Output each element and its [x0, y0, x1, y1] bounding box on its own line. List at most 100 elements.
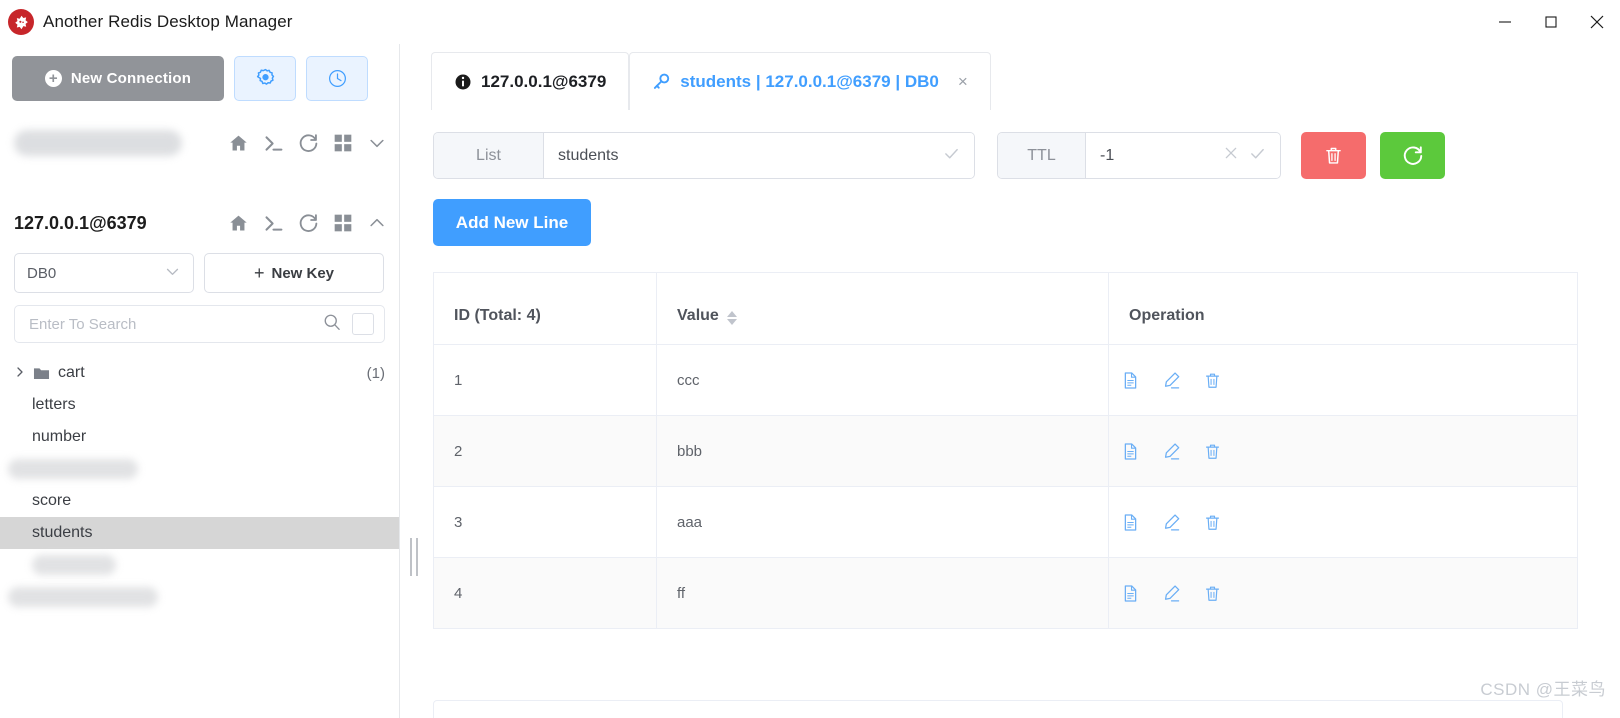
close-icon[interactable] — [1223, 145, 1239, 166]
key-tree-label: score — [32, 492, 72, 509]
key-tree-item-redacted-3[interactable] — [0, 581, 399, 613]
new-connection-button[interactable]: + New Connection — [12, 56, 224, 101]
check-icon[interactable] — [943, 145, 960, 167]
search-box[interactable] — [14, 305, 385, 343]
check-icon[interactable] — [1249, 145, 1266, 167]
close-icon[interactable] — [1574, 0, 1620, 44]
history-button[interactable] — [306, 56, 368, 101]
folder-icon — [32, 364, 51, 383]
search-input[interactable] — [29, 315, 312, 333]
connection-icons-2 — [228, 213, 387, 234]
detail-icon[interactable] — [1121, 371, 1140, 390]
table-row[interactable]: 1 ccc — [434, 345, 1577, 416]
key-name-value: students — [558, 146, 619, 164]
watermark: CSDN @王菜鸟 — [1480, 680, 1606, 699]
key-tree-item-redacted-1[interactable] — [0, 453, 399, 485]
cell-value: ff — [656, 558, 1108, 628]
key-tree-item-number[interactable]: number — [0, 421, 399, 453]
delete-icon[interactable] — [1203, 442, 1222, 461]
grid-icon[interactable] — [333, 133, 353, 153]
title-bar: Another Redis Desktop Manager — [0, 0, 1620, 44]
connection-row-2[interactable]: 127.0.0.1@6379 — [0, 203, 399, 243]
tab-connection-info[interactable]: 127.0.0.1@6379 — [431, 52, 630, 110]
key-type-label: List — [434, 133, 544, 178]
detail-icon[interactable] — [1121, 513, 1140, 532]
key-tree-label-blurred — [8, 459, 138, 479]
trash-icon — [1323, 145, 1344, 166]
cell-operations — [1108, 345, 1577, 415]
sidebar-toolbar: + New Connection — [0, 44, 399, 101]
key-tree-item-students[interactable]: students — [0, 517, 399, 549]
table-row[interactable]: 2 bbb — [434, 416, 1577, 487]
app-logo-icon — [8, 9, 34, 35]
edit-icon[interactable] — [1162, 584, 1181, 603]
key-tree-item-letters[interactable]: letters — [0, 389, 399, 421]
key-name-field[interactable]: students — [544, 133, 974, 178]
minimize-icon[interactable] — [1482, 0, 1528, 44]
app-title: Another Redis Desktop Manager — [43, 12, 293, 31]
cell-value: aaa — [656, 487, 1108, 557]
row-operation-icons — [1121, 371, 1222, 390]
delete-icon[interactable] — [1203, 513, 1222, 532]
cell-id: 1 — [454, 371, 463, 389]
delete-key-button[interactable] — [1301, 132, 1366, 179]
key-tree-item-score[interactable]: score — [0, 485, 399, 517]
plus-icon: + — [44, 70, 62, 87]
home-icon[interactable] — [228, 213, 249, 234]
refresh-icon — [1402, 145, 1424, 167]
chevron-down-icon[interactable] — [367, 133, 387, 153]
terminal-icon[interactable] — [263, 213, 284, 234]
tab-key-students[interactable]: students | 127.0.0.1@6379 | DB0 × — [629, 52, 991, 110]
delete-icon[interactable] — [1203, 371, 1222, 390]
grid-icon[interactable] — [333, 213, 353, 233]
delete-icon[interactable] — [1203, 584, 1222, 603]
new-key-button[interactable]: + New Key — [204, 253, 384, 293]
key-icon — [652, 72, 671, 91]
tab-close-icon[interactable]: × — [958, 72, 968, 92]
column-header-id: ID (Total: 4) — [454, 307, 541, 324]
edit-icon[interactable] — [1162, 442, 1181, 461]
sidebar-splitter-handle[interactable] — [408, 538, 420, 576]
gear-icon — [255, 68, 276, 89]
settings-button[interactable] — [234, 56, 296, 101]
info-icon — [454, 73, 472, 91]
table-row[interactable]: 3 aaa — [434, 487, 1577, 558]
key-name-group: List students — [433, 132, 975, 179]
connection-name-blurred — [14, 130, 182, 156]
tab-label: students | 127.0.0.1@6379 | DB0 — [680, 71, 939, 91]
row-operation-icons — [1121, 442, 1222, 461]
cell-value: ccc — [656, 345, 1108, 415]
search-icon[interactable] — [322, 312, 342, 337]
search-exact-checkbox[interactable] — [352, 313, 374, 335]
add-new-line-button[interactable]: Add New Line — [433, 199, 591, 246]
sort-toggle-icon[interactable] — [726, 311, 737, 325]
terminal-icon[interactable] — [263, 133, 284, 154]
clock-icon — [327, 68, 348, 89]
db-select[interactable]: DB0 — [14, 253, 194, 293]
detail-icon[interactable] — [1121, 584, 1140, 603]
tab-label: 127.0.0.1@6379 — [481, 71, 607, 91]
column-header-value-label: Value — [677, 307, 719, 324]
home-icon[interactable] — [228, 133, 249, 154]
ttl-field[interactable]: -1 — [1086, 133, 1280, 178]
refresh-key-button[interactable] — [1380, 132, 1445, 179]
splitter-line — [416, 538, 418, 576]
edit-icon[interactable] — [1162, 371, 1181, 390]
key-tree-folder-cart[interactable]: cart (1) — [0, 357, 399, 389]
chevron-up-icon[interactable] — [367, 213, 387, 233]
new-connection-label: New Connection — [70, 70, 192, 87]
maximize-icon[interactable] — [1528, 0, 1574, 44]
main-panel: 127.0.0.1@6379 students | 127.0.0.1@6379… — [421, 44, 1620, 718]
chevron-right-icon[interactable] — [14, 366, 32, 381]
edit-icon[interactable] — [1162, 513, 1181, 532]
table-row[interactable]: 4 ff — [434, 558, 1577, 629]
refresh-icon[interactable] — [298, 133, 319, 154]
column-header-value[interactable]: Value — [656, 273, 1108, 344]
detail-icon[interactable] — [1121, 442, 1140, 461]
key-tree-label-blurred — [8, 587, 158, 607]
key-tree-item-redacted-2[interactable] — [0, 549, 399, 581]
refresh-icon[interactable] — [298, 213, 319, 234]
cell-operations — [1108, 558, 1577, 628]
connection-row-1[interactable] — [0, 123, 399, 163]
table-header-row: ID (Total: 4) Value Operation — [434, 273, 1577, 345]
